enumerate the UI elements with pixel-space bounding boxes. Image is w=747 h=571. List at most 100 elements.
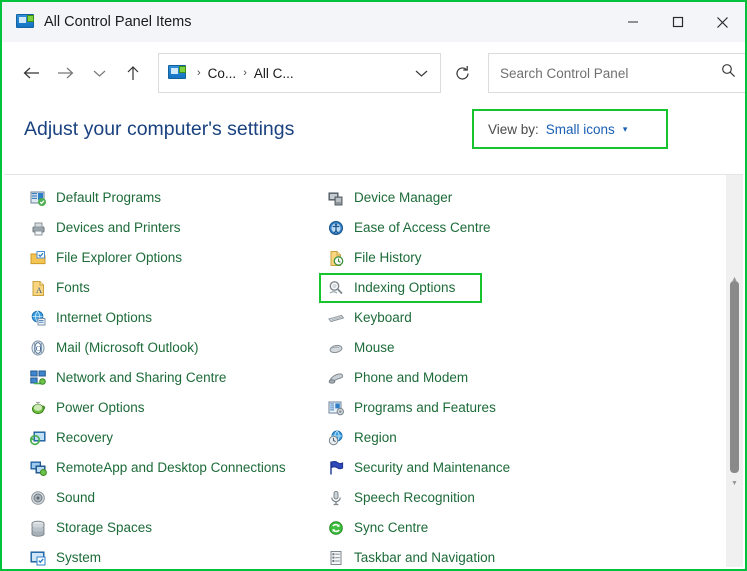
control-panel-item[interactable]: Indexing Options [319,273,482,303]
scrollbar-thumb[interactable] [730,281,739,473]
control-panel-item-label[interactable]: Network and Sharing Centre [56,371,226,385]
control-panel-item-label[interactable]: Mouse [354,341,395,355]
items-right-column: Device Manager Ease of Access Centre File … [319,183,654,567]
fonts-icon: A [30,280,47,297]
control-panel-item-label[interactable]: Sound [56,491,95,505]
refresh-icon[interactable] [445,56,479,90]
control-panel-item-label[interactable]: Keyboard [354,311,412,325]
control-panel-item-label[interactable]: Recovery [56,431,113,445]
control-panel-item[interactable]: Sync Centre [324,513,654,543]
control-panel-item-label[interactable]: File Explorer Options [56,251,182,265]
control-panel-item[interactable]: Storage Spaces [26,513,326,543]
control-panel-item[interactable]: Phone and Modem [324,363,654,393]
control-panel-item[interactable]: Speech Recognition [324,483,654,513]
control-panel-item[interactable]: Internet Options [26,303,326,333]
control-panel-item-label[interactable]: RemoteApp and Desktop Connections [56,461,286,475]
control-panel-item[interactable]: Network and Sharing Centre [26,363,326,393]
minimize-button[interactable] [610,2,655,42]
navigation-toolbar: › Co... › All C... [2,42,745,104]
file-explorer-options-icon [30,250,47,267]
breadcrumb[interactable]: › Co... › All C... [158,53,441,93]
heading-row: Adjust your computer's settings View by:… [2,104,745,166]
breadcrumb-chevron-down-icon[interactable] [408,58,434,88]
control-panel-item[interactable]: Mouse [324,333,654,363]
control-panel-item[interactable]: Power Options [26,393,326,423]
view-by-label: View by: [488,121,539,137]
control-panel-item-label[interactable]: Mail (Microsoft Outlook) [56,341,199,355]
control-panel-item-label[interactable]: System [56,551,101,565]
control-panel-item[interactable]: System [26,543,326,567]
close-button[interactable] [700,2,745,42]
title-bar: All Control Panel Items [2,2,745,42]
sound-icon [30,490,47,507]
devices-and-printers-icon [30,220,47,237]
search-icon[interactable] [721,63,736,83]
control-panel-item[interactable]: Taskbar and Navigation [324,543,654,567]
control-panel-items-grid: Default Programs Devices and Printers File… [4,175,726,567]
security-and-maintenance-icon [328,460,345,477]
control-panel-item-label[interactable]: Programs and Features [354,401,496,415]
network-and-sharing-icon [30,370,47,387]
control-panel-item-label[interactable]: Ease of Access Centre [354,221,491,235]
control-panel-item[interactable]: File Explorer Options [26,243,326,273]
items-content-area: Default Programs Devices and Printers File… [4,174,743,567]
window-title: All Control Panel Items [44,14,192,30]
control-panel-item-label[interactable]: Security and Maintenance [354,461,510,475]
control-panel-item-label[interactable]: Fonts [56,281,90,295]
control-panel-item-label[interactable]: Speech Recognition [354,491,475,505]
control-panel-item-label[interactable]: Taskbar and Navigation [354,551,495,565]
recent-locations-chevron-down-icon[interactable] [82,56,116,90]
breadcrumb-segment-control-panel[interactable]: Co... [206,66,239,81]
file-history-icon [328,250,345,267]
control-panel-item-label[interactable]: Default Programs [56,191,161,205]
control-panel-item[interactable]: Default Programs [26,183,326,213]
control-panel-icon [16,14,34,30]
control-panel-item[interactable]: Devices and Printers [26,213,326,243]
control-panel-item[interactable]: Recovery [26,423,326,453]
title-bar-left: All Control Panel Items [2,14,610,30]
control-panel-item[interactable]: File History [324,243,654,273]
control-panel-item-label[interactable]: Power Options [56,401,145,415]
search-input[interactable] [500,65,721,81]
control-panel-item-label[interactable]: Devices and Printers [56,221,181,235]
maximize-button[interactable] [655,2,700,42]
breadcrumb-segment-all-items[interactable]: All C... [252,66,296,81]
control-panel-item-label[interactable]: Storage Spaces [56,521,152,535]
control-panel-item[interactable]: Programs and Features [324,393,654,423]
up-arrow-icon[interactable] [116,56,150,90]
control-panel-item-label[interactable]: File History [354,251,422,265]
control-panel-item[interactable]: Keyboard [324,303,654,333]
forward-arrow-icon[interactable] [48,56,82,90]
device-manager-icon [328,190,345,207]
search-box[interactable] [488,53,745,93]
control-panel-item[interactable]: O Mail (Microsoft Outlook) [26,333,326,363]
scroll-down-arrow-icon[interactable]: ▼ [726,475,743,492]
view-by-value[interactable]: Small icons [546,122,615,137]
control-panel-window: All Control Panel Items › Co... › All C.… [0,0,747,571]
control-panel-item[interactable]: RemoteApp and Desktop Connections [26,453,326,483]
view-by-control[interactable]: View by: Small icons ▾ [472,109,668,149]
control-panel-item-label[interactable]: Region [354,431,397,445]
speech-recognition-icon [328,490,345,507]
system-icon [30,550,47,567]
control-panel-item[interactable]: Device Manager [324,183,654,213]
svg-text:O: O [36,344,42,353]
page-title: Adjust your computer's settings [24,118,295,140]
control-panel-item[interactable]: A Fonts [26,273,326,303]
control-panel-item[interactable]: Region [324,423,654,453]
view-by-caret-down-icon[interactable]: ▾ [623,124,628,134]
control-panel-item-label[interactable]: Internet Options [56,311,152,325]
control-panel-item[interactable]: Ease of Access Centre [324,213,654,243]
control-panel-item-label[interactable]: Sync Centre [354,521,428,535]
control-panel-item-label[interactable]: Device Manager [354,191,452,205]
control-panel-item[interactable]: Security and Maintenance [324,453,654,483]
control-panel-item[interactable]: Sound [26,483,326,513]
control-panel-item-label[interactable]: Indexing Options [354,281,455,295]
sync-centre-icon [328,520,345,537]
control-panel-item-label[interactable]: Phone and Modem [354,371,468,385]
power-options-icon [30,400,47,417]
items-left-column: Default Programs Devices and Printers File… [26,183,326,567]
vertical-scrollbar[interactable]: ▲ ▼ [726,175,743,567]
taskbar-and-navigation-icon [328,550,345,567]
back-arrow-icon[interactable] [14,56,48,90]
